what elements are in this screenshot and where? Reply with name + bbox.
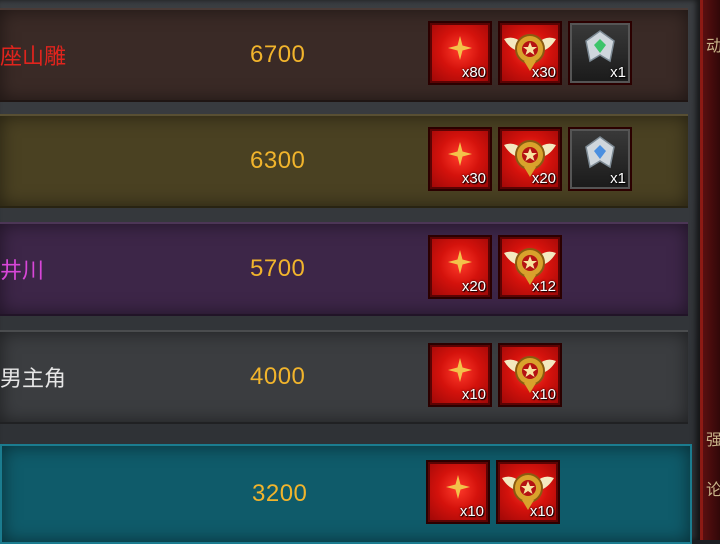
side-panel-text: 强: [706, 430, 720, 449]
reward-item[interactable]: x10: [498, 343, 562, 407]
star-icon: [448, 142, 472, 167]
score-value: 6300: [250, 147, 306, 174]
emblem-icon: [585, 30, 615, 63]
reward-item[interactable]: x20: [498, 127, 562, 191]
emblem-icon: [585, 136, 615, 169]
reward-quantity: x30: [461, 170, 486, 187]
star-icon: [448, 358, 472, 383]
rank-row: 井川 5700 x20 x12: [0, 222, 688, 316]
score-value: 6700: [250, 41, 306, 68]
side-panel-text: 动: [706, 36, 720, 55]
reward-quantity: x30: [531, 64, 556, 81]
player-name: 男主角: [0, 367, 67, 392]
score-value: 5700: [250, 255, 306, 282]
rank-row: 3200 x10 x10: [0, 444, 692, 544]
reward-quantity: x1: [610, 64, 626, 81]
player-name: 井川: [0, 259, 45, 284]
reward-item[interactable]: x30: [498, 21, 562, 85]
score-value: 3200: [252, 480, 308, 507]
rank-row: 座山雕 6700 x80 x30 x1: [0, 8, 688, 102]
reward-item[interactable]: x10: [428, 343, 492, 407]
reward-quantity: x10: [531, 386, 556, 403]
reward-quantity: x12: [531, 278, 556, 295]
star-icon: [448, 250, 472, 275]
reward-quantity: x10: [461, 386, 486, 403]
reward-quantity: x20: [531, 170, 556, 187]
reward-quantity: x20: [461, 278, 486, 295]
reward-quantity: x80: [461, 64, 486, 81]
reward-quantity: x10: [529, 503, 554, 520]
reward-item[interactable]: x10: [496, 460, 560, 524]
score-value: 4000: [250, 363, 306, 390]
reward-item[interactable]: x12: [498, 235, 562, 299]
rank-row: 6300 x30 x20 x1: [0, 114, 688, 208]
player-name: 座山雕: [0, 45, 67, 70]
reward-item[interactable]: x1: [568, 127, 632, 191]
star-icon: [446, 475, 470, 500]
ranking-reward-panel: 座山雕 6700 x80 x30 x1 6300 x30 x20 x1 井川 5…: [0, 0, 700, 544]
reward-item[interactable]: x20: [428, 235, 492, 299]
reward-quantity: x1: [610, 170, 626, 187]
reward-item[interactable]: x30: [428, 127, 492, 191]
reward-item[interactable]: x10: [426, 460, 490, 524]
side-panel: 动 强 论: [700, 0, 720, 540]
rank-row: 男主角 4000 x10 x10: [0, 330, 688, 424]
reward-quantity: x10: [459, 503, 484, 520]
side-panel-text: 论: [706, 480, 720, 499]
reward-item[interactable]: x80: [428, 21, 492, 85]
reward-item[interactable]: x1: [568, 21, 632, 85]
star-icon: [448, 36, 472, 61]
